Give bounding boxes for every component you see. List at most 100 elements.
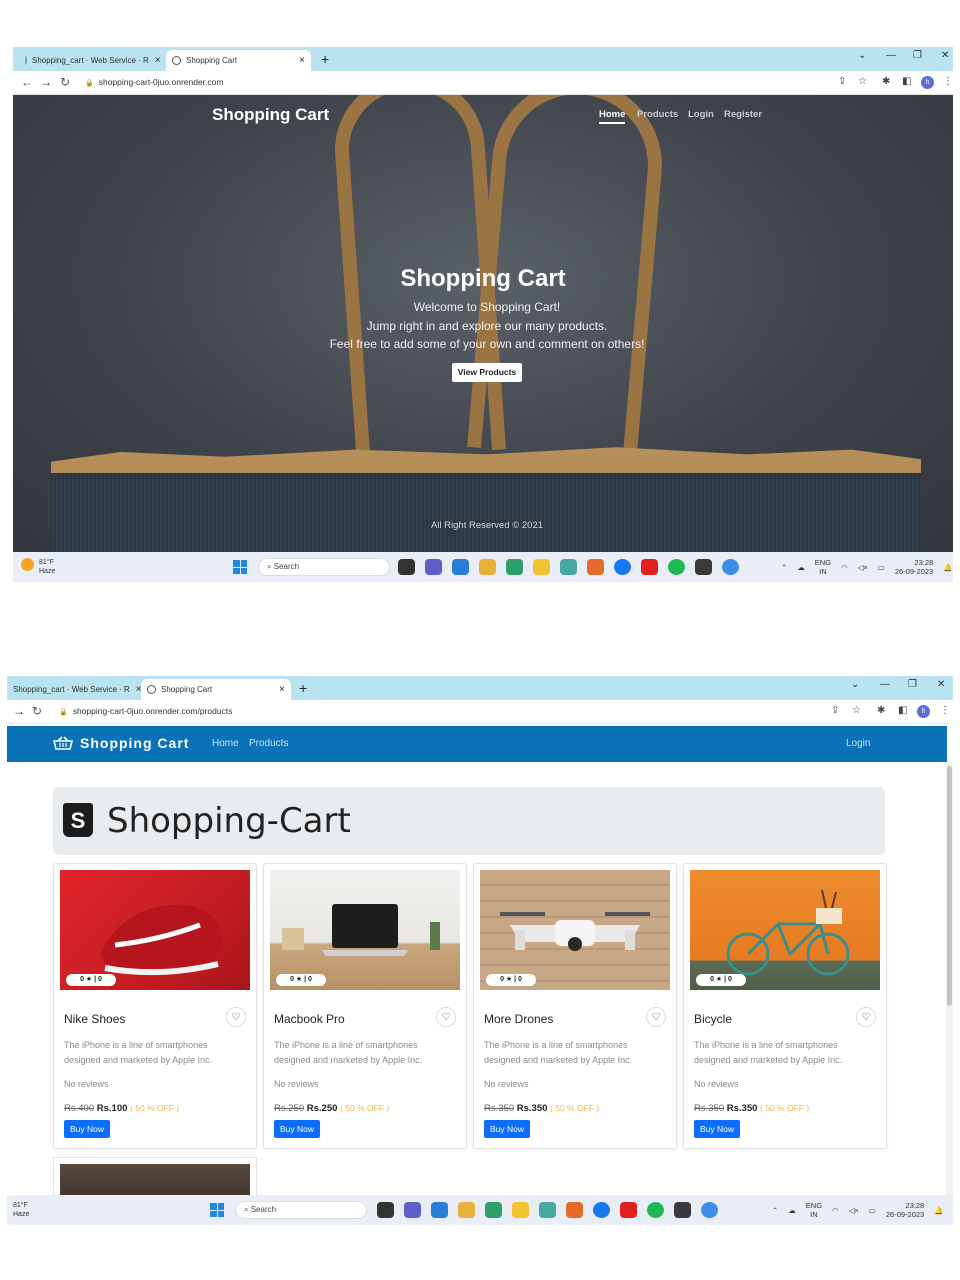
heart-icon[interactable]: ♡ <box>226 1007 246 1027</box>
nav-products[interactable]: Products <box>249 738 288 749</box>
heart-icon[interactable]: ♡ <box>436 1007 456 1027</box>
clock[interactable]: 23:28 26-09-2023 <box>886 1201 924 1219</box>
product-name[interactable]: Bicycle <box>694 1012 732 1026</box>
new-tab-button[interactable]: + <box>299 680 307 696</box>
product-name[interactable]: More Drones <box>484 1012 553 1026</box>
notifications-icon[interactable]: 🔔 <box>934 1206 943 1215</box>
minimize-icon[interactable]: — <box>886 50 896 61</box>
side-panel-icon[interactable]: ◧ <box>902 76 911 87</box>
tray-chevron-icon[interactable]: ⌃ <box>772 1206 778 1215</box>
onedrive-icon[interactable]: ☁ <box>788 1206 796 1215</box>
tab-web-service[interactable]: Shopping_cart · Web Service · R × <box>19 50 164 71</box>
terminal-icon[interactable] <box>674 1202 691 1218</box>
nav-register[interactable]: Register <box>724 109 762 120</box>
url-field[interactable]: 🔒 shopping-cart-0juo.onrender.com <box>85 77 223 87</box>
battery-icon[interactable]: ▭ <box>869 1206 876 1215</box>
onedrive-icon[interactable]: ☁ <box>797 563 805 572</box>
edge-icon[interactable] <box>485 1202 502 1218</box>
nav-home[interactable]: Home <box>599 109 626 124</box>
vscode-icon[interactable] <box>431 1202 448 1218</box>
extensions-icon[interactable]: ✱ <box>877 705 885 716</box>
teams-icon[interactable] <box>425 559 442 575</box>
product-image-more-drones[interactable]: 0 ★ | 0 <box>480 870 670 990</box>
chrome-canary-icon[interactable] <box>458 1202 475 1218</box>
youtube-icon[interactable] <box>641 559 658 575</box>
profile-avatar[interactable]: h <box>917 705 930 718</box>
forward-icon[interactable]: → <box>40 75 52 89</box>
tab-shopping-cart[interactable]: Shopping Cart × <box>166 50 311 71</box>
edge-icon[interactable] <box>506 559 523 575</box>
share-icon[interactable]: ⇪ <box>838 76 846 87</box>
tab-search-chevron-icon[interactable]: ⌄ <box>858 50 866 61</box>
site-brand[interactable]: Shopping Cart <box>212 105 329 125</box>
file-explorer-icon[interactable] <box>512 1202 529 1218</box>
taskbar-search[interactable]: ⌕ Search <box>258 558 390 576</box>
file-explorer-icon[interactable] <box>533 559 550 575</box>
tray-chevron-icon[interactable]: ⌃ <box>781 563 787 572</box>
task-view-icon[interactable] <box>377 1202 394 1218</box>
facebook-icon[interactable] <box>593 1202 610 1218</box>
tab-close-icon[interactable]: × <box>149 55 161 66</box>
product-image-macbook-pro[interactable]: 0 ★ | 0 <box>270 870 460 990</box>
nav-login[interactable]: Login <box>688 109 714 120</box>
app-brand[interactable]: Shopping Cart <box>80 735 189 751</box>
store-icon[interactable] <box>539 1202 556 1218</box>
vscode-icon[interactable] <box>452 559 469 575</box>
menu-kebab-icon[interactable]: ⋮ <box>940 705 950 716</box>
buy-now-button[interactable]: Buy Now <box>484 1120 530 1138</box>
lang-code[interactable]: ENG <box>806 1201 822 1210</box>
bookmark-star-icon[interactable]: ☆ <box>852 705 861 716</box>
wifi-icon[interactable]: ◠ <box>841 563 848 572</box>
tab-close-icon[interactable]: × <box>273 684 285 695</box>
share-icon[interactable]: ⇪ <box>831 705 839 716</box>
reload-icon[interactable]: ↻ <box>60 75 70 89</box>
battery-icon[interactable]: ▭ <box>878 563 885 572</box>
nav-login[interactable]: Login <box>846 738 870 749</box>
menu-kebab-icon[interactable]: ⋮ <box>943 76 953 87</box>
buy-now-button[interactable]: Buy Now <box>64 1120 110 1138</box>
tab-web-service[interactable]: Shopping_cart · Web Service · R × <box>7 679 141 700</box>
restore-icon[interactable]: ❐ <box>913 50 922 61</box>
scrollbar-thumb[interactable] <box>947 766 952 1006</box>
store-icon[interactable] <box>560 559 577 575</box>
tab-close-icon[interactable]: × <box>130 684 141 695</box>
clock[interactable]: 23:28 26-09-2023 <box>895 558 933 576</box>
chrome-canary-icon[interactable] <box>479 559 496 575</box>
product-image-nike-shoes[interactable]: 0 ★ | 0 <box>60 870 250 990</box>
chrome-icon[interactable] <box>722 559 739 575</box>
spotify-icon[interactable] <box>647 1202 664 1218</box>
firefox-icon[interactable] <box>566 1202 583 1218</box>
side-panel-icon[interactable]: ◧ <box>898 705 907 716</box>
nav-products[interactable]: Products <box>637 109 678 120</box>
page-scrollbar[interactable] <box>946 762 953 1196</box>
restore-icon[interactable]: ❐ <box>908 679 917 690</box>
profile-avatar[interactable]: h <box>921 76 934 89</box>
view-products-button[interactable]: View Products <box>452 363 522 382</box>
reload-icon[interactable]: ↻ <box>32 704 42 718</box>
terminal-icon[interactable] <box>695 559 712 575</box>
buy-now-button[interactable]: Buy Now <box>694 1120 740 1138</box>
close-window-icon[interactable]: ✕ <box>941 50 949 61</box>
tab-close-icon[interactable]: × <box>293 55 305 66</box>
new-tab-button[interactable]: + <box>321 51 329 67</box>
bookmark-star-icon[interactable]: ☆ <box>858 76 867 87</box>
product-name[interactable]: Macbook Pro <box>274 1012 345 1026</box>
lang-code[interactable]: ENG <box>815 558 831 567</box>
volume-icon[interactable]: ◁× <box>858 563 868 572</box>
weather-widget[interactable]: 81°F Haze <box>21 558 55 576</box>
heart-icon[interactable]: ♡ <box>856 1007 876 1027</box>
product-image-bicycle[interactable]: 0 ★ | 0 <box>690 870 880 990</box>
back-icon[interactable]: ← <box>21 75 33 89</box>
youtube-icon[interactable] <box>620 1202 637 1218</box>
taskbar-search[interactable]: ⌕ Search <box>235 1201 367 1219</box>
wifi-icon[interactable]: ◠ <box>832 1206 839 1215</box>
minimize-icon[interactable]: — <box>880 679 890 690</box>
start-icon[interactable] <box>233 560 247 574</box>
tab-search-chevron-icon[interactable]: ⌄ <box>851 679 859 690</box>
url-field[interactable]: 🔒 shopping-cart-0juo.onrender.com/product… <box>59 706 232 716</box>
nav-home[interactable]: Home <box>212 738 239 749</box>
weather-widget[interactable]: 81°F Haze <box>13 1201 29 1219</box>
tab-shopping-cart[interactable]: Shopping Cart × <box>141 679 291 700</box>
teams-icon[interactable] <box>404 1202 421 1218</box>
notifications-icon[interactable]: 🔔 <box>943 563 952 572</box>
